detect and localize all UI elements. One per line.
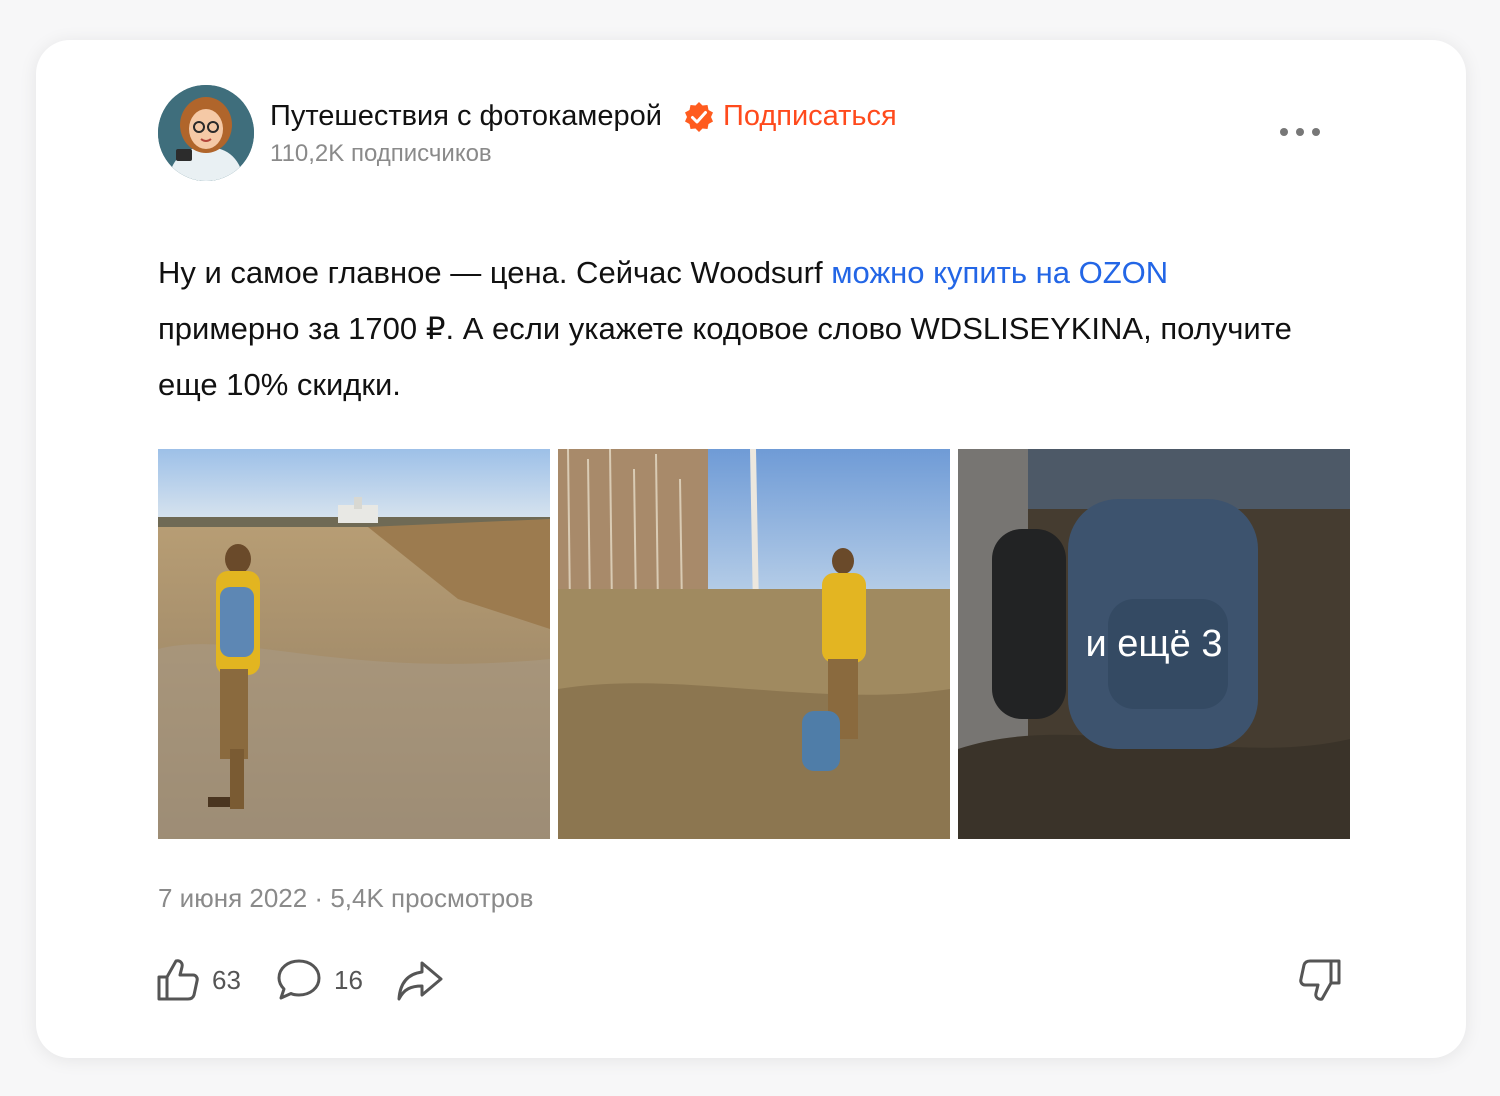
channel-avatar[interactable] [158, 85, 254, 181]
post-text-start: Ну и самое главное — цена. Сейчас Woodsu… [158, 255, 832, 290]
dislike-button[interactable] [1298, 955, 1342, 1005]
comment-icon [277, 959, 321, 1000]
like-button[interactable]: 63 [156, 955, 241, 1005]
thumbs-up-icon [157, 959, 199, 1001]
more-options-icon[interactable] [1276, 122, 1324, 142]
comment-count: 16 [334, 964, 363, 995]
like-count: 63 [212, 964, 241, 995]
post-text: Ну и самое главное — цена. Сейчас Woodsu… [158, 245, 1308, 413]
gallery-photo-3[interactable]: и ещё 3 [958, 449, 1350, 839]
comment-button[interactable]: 16 [276, 955, 363, 1005]
share-icon [397, 961, 443, 1001]
subscriber-count: 110,2K подписчиков [270, 140, 492, 167]
more-photos-overlay[interactable]: и ещё 3 [958, 449, 1350, 839]
subscribe-button[interactable]: Подписаться [723, 100, 897, 133]
verified-badge-icon [685, 102, 713, 132]
gallery-photo-1[interactable] [158, 449, 550, 839]
post-text-end: примерно за 1700 ₽. А если укажете кодов… [158, 311, 1292, 402]
gallery-photo-2[interactable] [558, 449, 950, 839]
share-button[interactable] [396, 955, 444, 1005]
ozon-link[interactable]: можно купить на OZON [831, 255, 1168, 290]
post-meta: 7 июня 2022 · 5,4K просмотров [158, 883, 534, 913]
post-card: Путешествия с фотокамерой Подписаться 11… [36, 40, 1466, 1058]
channel-name[interactable]: Путешествия с фотокамерой [270, 100, 662, 133]
thumbs-down-icon [1299, 959, 1341, 1001]
